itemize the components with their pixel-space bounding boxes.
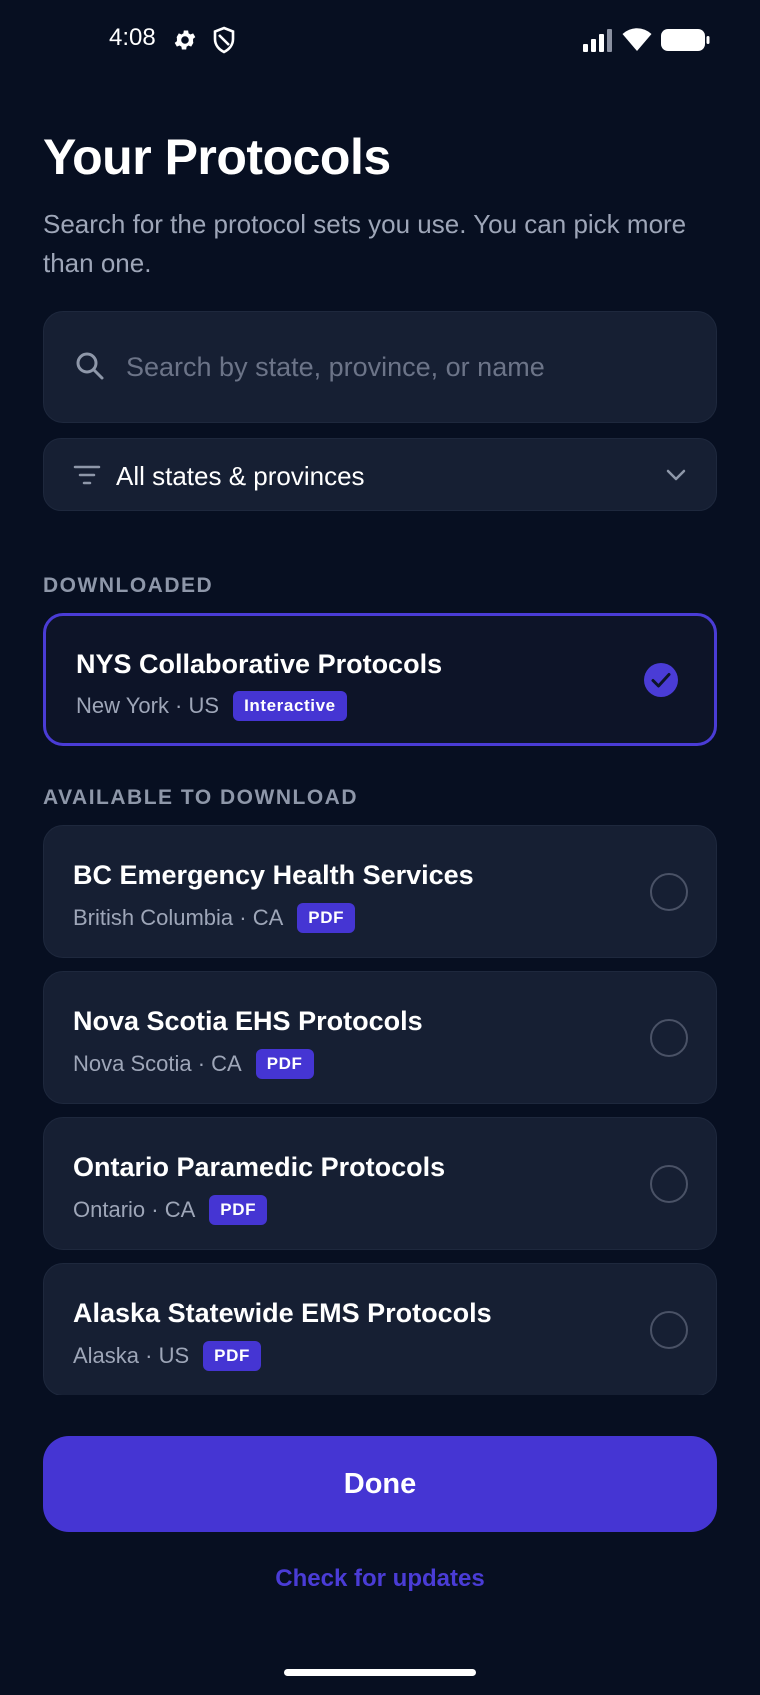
status-bar: 4:08 — [0, 0, 760, 80]
protocol-location: Alaska · US — [73, 1343, 190, 1368]
protocol-meta: British Columbia · CA PDF — [73, 903, 356, 933]
protocols-screen: 4:08 Your Protocols Search for the proto… — [0, 0, 760, 1695]
checkmark-circle-icon[interactable] — [643, 662, 679, 698]
select-radio[interactable] — [650, 1165, 688, 1203]
type-badge: Interactive — [233, 691, 347, 721]
filter-icon — [73, 465, 101, 485]
page-title: Your Protocols — [43, 129, 391, 185]
protocol-location: Nova Scotia · CA — [73, 1051, 242, 1076]
section-heading-downloaded: DOWNLOADED — [43, 574, 214, 597]
gear-icon — [174, 30, 196, 50]
type-badge: PDF — [203, 1341, 261, 1371]
protocol-title: Nova Scotia EHS Protocols — [73, 1006, 423, 1036]
section-heading-available: AVAILABLE TO DOWNLOAD — [43, 786, 358, 809]
protocol-meta: Nova Scotia · CA PDF — [73, 1049, 314, 1079]
wifi-icon — [622, 28, 652, 51]
done-button[interactable]: Done — [43, 1436, 717, 1532]
type-badge: PDF — [297, 903, 356, 933]
protocol-card-nova-scotia[interactable]: Nova Scotia EHS Protocols Nova Scotia · … — [43, 971, 717, 1104]
protocol-card-ontario[interactable]: Ontario Paramedic Protocols Ontario · CA… — [43, 1117, 717, 1250]
status-time: 4:08 — [109, 24, 156, 51]
battery-icon — [661, 29, 710, 51]
type-badge: PDF — [255, 1049, 314, 1079]
protocol-card-bc[interactable]: BC Emergency Health Services British Col… — [43, 825, 717, 958]
chevron-down-icon — [666, 469, 686, 481]
protocol-title: Alaska Statewide EMS Protocols — [73, 1298, 492, 1328]
type-badge: PDF — [209, 1195, 268, 1225]
search-icon — [76, 352, 104, 380]
state-filter-dropdown[interactable]: All states & provinces — [43, 438, 717, 511]
shield-icon — [213, 26, 235, 54]
protocol-title: Ontario Paramedic Protocols — [73, 1152, 446, 1182]
signal-icon — [583, 29, 612, 52]
protocol-title: NYS Collaborative Protocols — [76, 649, 443, 679]
available-protocol-list[interactable]: BC Emergency Health Services British Col… — [0, 820, 760, 1395]
search-box[interactable] — [43, 311, 717, 423]
search-input[interactable] — [126, 312, 696, 422]
filter-selected-value: All states & provinces — [116, 461, 365, 491]
page-subtitle: Search for the protocol sets you use. Yo… — [43, 209, 687, 278]
home-indicator[interactable] — [284, 1669, 476, 1676]
protocol-location: Ontario · CA — [73, 1197, 196, 1222]
select-radio[interactable] — [650, 1311, 688, 1349]
protocol-meta: Alaska · US PDF — [73, 1341, 261, 1371]
protocol-meta: New York · US Interactive — [76, 691, 347, 721]
protocol-card-alaska[interactable]: Alaska Statewide EMS Protocols Alaska · … — [43, 1263, 717, 1395]
select-radio[interactable] — [650, 873, 688, 911]
protocol-title: BC Emergency Health Services — [73, 860, 474, 890]
protocol-meta: Ontario · CA PDF — [73, 1195, 268, 1225]
check-for-updates-link[interactable]: Check for updates — [0, 1565, 760, 1593]
protocol-location: British Columbia · CA — [73, 905, 284, 930]
select-radio[interactable] — [650, 1019, 688, 1057]
protocol-location: New York · US — [76, 693, 220, 718]
protocol-card-nys[interactable]: NYS Collaborative Protocols New York · U… — [43, 613, 717, 746]
